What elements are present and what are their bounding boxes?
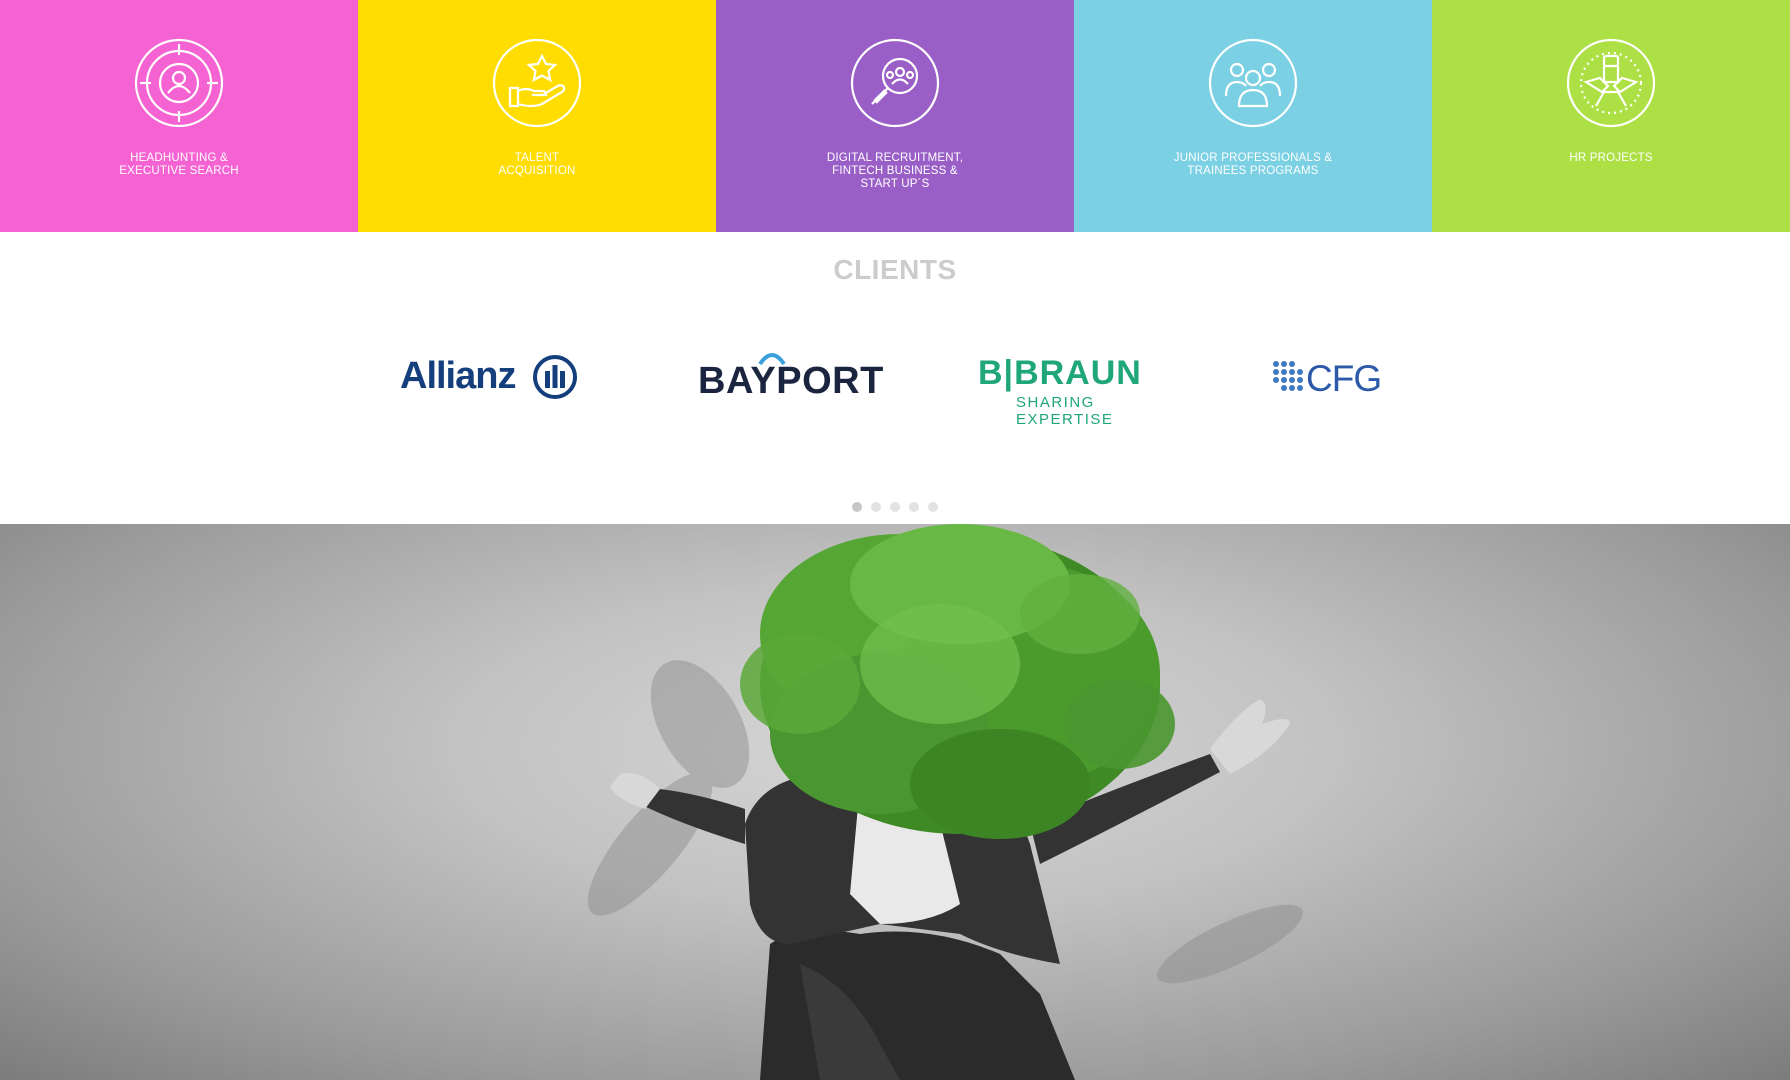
hands-together-icon — [1566, 38, 1656, 128]
service-tile-digital-recruitment[interactable]: DIGITAL RECRUITMENT, FINTECH BUSINESS & … — [716, 0, 1074, 232]
allianz-emblem-icon — [533, 355, 577, 399]
bbraun-tagline: SHARING EXPERTISE — [1016, 394, 1114, 428]
client-logo-cfg[interactable]: CFG — [1272, 358, 1387, 399]
bbraun-wordmark: B|BRAUN — [978, 354, 1142, 392]
service-tile-junior-professionals[interactable]: JUNIOR PROFESSIONALS & TRAINEES PROGRAMS — [1074, 0, 1432, 232]
client-logo-bbraun[interactable]: B|BRAUN SHARING EXPERTISE — [978, 350, 1183, 428]
service-tile-talent-acquisition[interactable]: TALENT ACQUISITION — [358, 0, 716, 232]
carousel-dot-4[interactable] — [909, 502, 919, 512]
cfg-wordmark: CFG — [1306, 358, 1382, 399]
hand-star-icon — [492, 38, 582, 128]
client-logo-bayport[interactable]: BAYPORT — [698, 350, 888, 402]
client-logo-allianz[interactable]: Allianz — [400, 352, 580, 402]
carousel-pagination — [0, 502, 1790, 512]
hero-illustration — [587, 524, 1304, 1080]
magnifier-people-icon — [850, 38, 940, 128]
carousel-dot-3[interactable] — [890, 502, 900, 512]
services-strip: HEADHUNTING & EXECUTIVE SEARCH TALENT AC… — [0, 0, 1790, 232]
target-person-icon — [134, 38, 224, 128]
service-tile-headhunting[interactable]: HEADHUNTING & EXECUTIVE SEARCH — [0, 0, 358, 232]
allianz-wordmark: Allianz — [400, 355, 516, 397]
clients-heading: CLIENTS — [833, 254, 957, 285]
carousel-dot-2[interactable] — [871, 502, 881, 512]
cfg-dots-icon — [1273, 361, 1303, 391]
carousel-dot-1[interactable] — [852, 502, 862, 512]
clients-section: CLIENTS Allianz BAYPORT B|BRAUN SHARING … — [0, 232, 1790, 524]
service-tile-hr-projects[interactable]: HR PROJECTS — [1432, 0, 1790, 232]
hero-image — [0, 524, 1790, 1080]
service-label: HEADHUNTING & EXECUTIVE SEARCH — [119, 152, 239, 177]
service-label: DIGITAL RECRUITMENT, FINTECH BUSINESS & … — [826, 152, 964, 190]
carousel-dot-5[interactable] — [928, 502, 938, 512]
service-label: HR PROJECTS — [1569, 152, 1653, 164]
service-label: TALENT ACQUISITION — [498, 152, 576, 177]
bayport-wordmark: BAYPORT — [698, 360, 884, 402]
group-people-icon — [1208, 38, 1298, 128]
service-label: JUNIOR PROFESSIONALS & TRAINEES PROGRAMS — [1173, 152, 1333, 177]
